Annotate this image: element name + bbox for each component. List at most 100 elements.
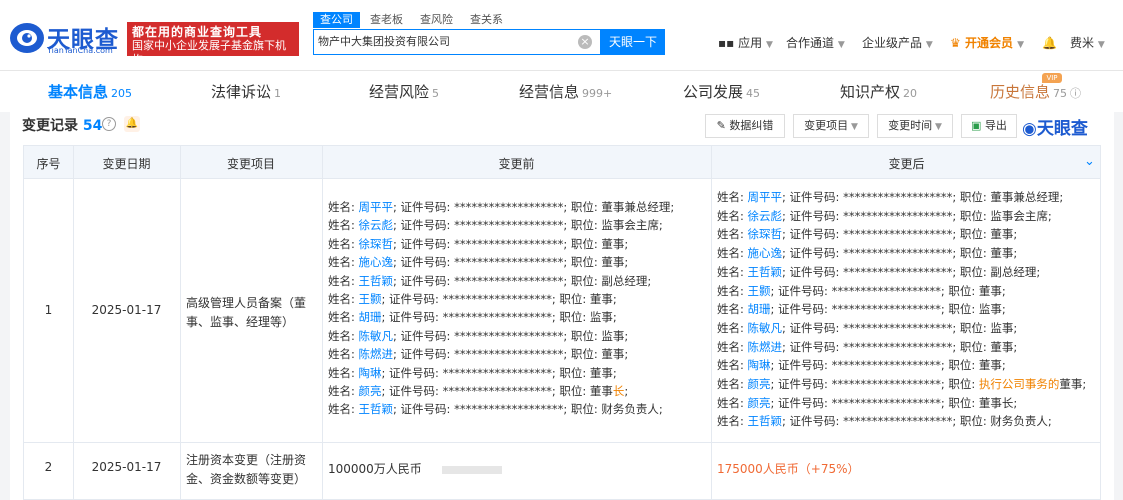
tab-risk[interactable]: 经营风险 5	[369, 81, 439, 102]
cert-text: ; 证件号码: *******************; 职位:	[381, 310, 590, 325]
tab-development[interactable]: 公司发展 45	[683, 81, 760, 102]
name-label: 姓名:	[717, 339, 748, 354]
name-label: 姓名:	[717, 320, 748, 335]
person-name-link[interactable]: 陈燃进	[748, 340, 783, 354]
nav-vip[interactable]: ♛ 开通会员 ▼	[950, 35, 1024, 51]
person-name-link[interactable]: 颜亮	[748, 377, 771, 391]
person-line: 姓名: 陈燃进; 证件号码: *******************; 职位: …	[328, 346, 628, 362]
export-label: 导出	[984, 119, 1007, 132]
position-text: 董事	[978, 358, 1002, 373]
person-name-link[interactable]: 陈敏凡	[359, 329, 394, 343]
person-name-link[interactable]: 陈敏凡	[748, 321, 783, 335]
cert-text: ; 证件号码: *******************; 职位:	[393, 255, 602, 270]
help-icon[interactable]: ?	[102, 117, 116, 131]
nav-enterprise[interactable]: 企业级产品 ▼	[862, 35, 933, 51]
person-line: 姓名: 徐云彪; 证件号码: *******************; 职位: …	[717, 208, 1052, 224]
tab-ip[interactable]: 知识产权 20	[840, 81, 917, 102]
search-input[interactable]: 物产中大集团投资有限公司	[313, 29, 601, 55]
eye-icon: ◉	[1022, 119, 1037, 139]
separator-text: ;	[612, 365, 617, 380]
person-name-link[interactable]: 施心逸	[748, 246, 783, 260]
excel-icon: ▣	[971, 119, 985, 132]
notification-bell-icon[interactable]: 🔔	[1042, 35, 1057, 51]
bell-icon[interactable]: 🔔	[124, 116, 140, 132]
person-name-link[interactable]: 徐琛哲	[359, 237, 394, 251]
crown-icon: ♛	[950, 36, 961, 50]
person-name-link[interactable]: 陶琳	[748, 358, 771, 372]
tab-label: 知识产权	[840, 83, 901, 101]
person-name-link[interactable]: 徐琛哲	[748, 227, 783, 241]
tab-history[interactable]: 历史信息 75 ⓘ	[990, 81, 1081, 102]
nav-enterprise-label: 企业级产品	[862, 36, 923, 50]
person-name-link[interactable]: 颜亮	[359, 384, 382, 398]
cert-text: ; 证件号码: *******************; 职位:	[381, 384, 590, 398]
person-name-link[interactable]: 王哲颖	[748, 414, 783, 428]
person-name-link[interactable]: 徐云彪	[359, 218, 394, 232]
name-label: 姓名:	[717, 208, 748, 223]
search-tab-boss[interactable]: 查老板	[363, 12, 410, 28]
position-text: 董事	[589, 384, 613, 398]
cert-text: ; 证件号码: *******************; 职位:	[782, 339, 991, 354]
separator-text: ;	[624, 255, 629, 270]
change-record-table: 序号 变更日期 变更项目 变更前 变更后 ⌄ 1 2025-01-17 高级管理…	[23, 145, 1101, 500]
nav-apps[interactable]: ▪▪ 应用 ▼	[718, 35, 773, 51]
tab-count: 1	[274, 87, 282, 100]
slogan-banner[interactable]: 都在用的商业查询工具 国家中小企业发展子基金旗下机构	[127, 22, 299, 66]
person-name-link[interactable]: 胡珊	[748, 302, 771, 316]
person-name-link[interactable]: 王哲颖	[359, 274, 394, 288]
tianyancha-logo-icon[interactable]	[8, 21, 46, 55]
tab-legal[interactable]: 法律诉讼 1	[211, 81, 281, 102]
slogan-line1: 都在用的商业查询工具	[132, 25, 263, 39]
search-tab-company[interactable]: 查公司	[313, 12, 360, 28]
person-name-link[interactable]: 王颢	[748, 284, 771, 298]
col-divider	[711, 146, 712, 499]
person-name-link[interactable]: 徐云彪	[748, 209, 783, 223]
clear-icon[interactable]: ×	[578, 35, 592, 49]
person-line: 姓名: 颜亮; 证件号码: *******************; 职位: 执…	[717, 376, 1086, 392]
tab-basic-info[interactable]: 基本信息 205	[48, 81, 132, 102]
separator-text: ;	[624, 328, 629, 343]
position-highlight: 执行公司事务的	[978, 377, 1060, 391]
person-name-link[interactable]: 周平平	[748, 190, 783, 204]
name-label: 姓名:	[717, 190, 748, 204]
cert-text: ; 证件号码: *******************; 职位:	[770, 395, 979, 410]
person-line: 姓名: 徐琛哲; 证件号码: *******************; 职位: …	[328, 236, 628, 252]
export-button[interactable]: ▣ 导出	[961, 114, 1017, 138]
search-button[interactable]: 天眼一下	[601, 29, 665, 55]
collapse-icon[interactable]: ⌄	[1084, 154, 1095, 169]
change-time-filter[interactable]: 变更时间 ▼	[877, 114, 953, 138]
tab-label: 公司发展	[683, 83, 744, 101]
change-item-filter[interactable]: 变更项目 ▼	[793, 114, 869, 138]
person-name-link[interactable]: 胡珊	[359, 310, 382, 324]
person-name-link[interactable]: 陶琳	[359, 366, 382, 380]
caret-down-icon: ▼	[932, 122, 942, 132]
person-name-link[interactable]: 周平平	[359, 200, 394, 214]
logo-subtitle: TianYanCha.com	[47, 46, 113, 55]
change-time-label: 变更时间	[888, 119, 933, 132]
position-text: 监事会主席	[990, 208, 1048, 223]
position-text: 董事	[978, 283, 1002, 298]
person-line: 姓名: 王哲颖; 证件号码: *******************; 职位: …	[328, 401, 663, 417]
row1-no: 1	[44, 303, 53, 317]
name-label: 姓名:	[717, 414, 748, 429]
cert-text: ; 证件号码: *******************; 职位:	[782, 208, 991, 223]
tab-business[interactable]: 经营信息 999+	[519, 81, 612, 102]
nav-channel-label: 合作通道	[786, 36, 835, 50]
search-tab-relation[interactable]: 查关系	[463, 12, 510, 28]
person-name-link[interactable]: 王颢	[359, 292, 382, 306]
person-name-link[interactable]: 王哲颖	[359, 402, 394, 416]
person-name-link[interactable]: 王哲颖	[748, 265, 783, 279]
row2-before: 100000万人民币	[328, 460, 502, 477]
position-text: 董事	[990, 246, 1014, 261]
person-line: 姓名: 施心逸; 证件号码: *******************; 职位: …	[328, 254, 628, 270]
data-correction-button[interactable]: ✎ 数据纠错	[705, 114, 785, 138]
person-name-link[interactable]: 颜亮	[748, 396, 771, 410]
separator-text: ;	[1036, 264, 1041, 279]
cert-text: ; 证件号码: *******************; 职位:	[782, 246, 991, 261]
nav-user[interactable]: 费米 ▼	[1070, 35, 1105, 51]
edit-icon: ✎	[716, 119, 730, 132]
search-tab-risk[interactable]: 查风险	[413, 12, 460, 28]
person-name-link[interactable]: 陈燃进	[359, 347, 394, 361]
nav-channel[interactable]: 合作通道 ▼	[786, 35, 845, 51]
person-name-link[interactable]: 施心逸	[359, 255, 394, 269]
